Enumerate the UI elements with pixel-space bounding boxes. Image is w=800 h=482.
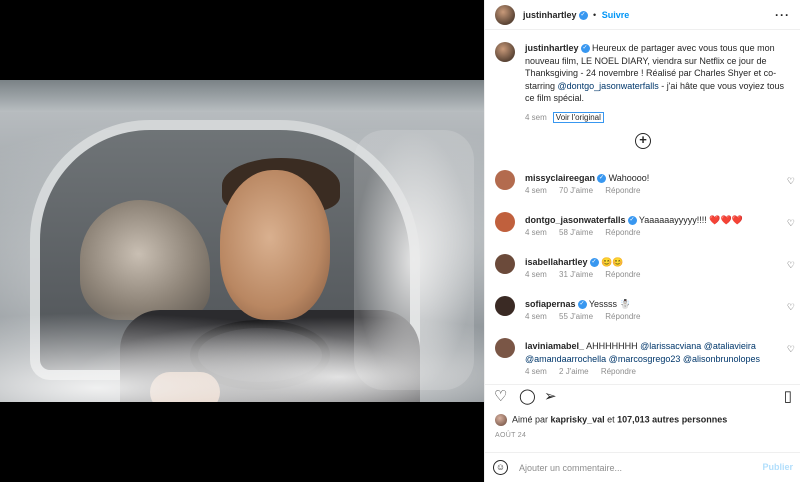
commenter-username[interactable]: sofiapernas xyxy=(525,299,576,309)
verified-icon: ✓ xyxy=(577,300,587,310)
commenter-username[interactable]: dontgo_jasonwaterfalls xyxy=(525,215,626,225)
comment-text: 😊😊 xyxy=(601,257,624,267)
comment-item: missyclaireegan ✓ Wahoooo! 4 sem 70 J'aim… xyxy=(495,170,795,210)
caption-meta: 4 sem Voir l'original xyxy=(525,111,795,125)
comment-like-heart-icon[interactable]: ♡ xyxy=(787,176,795,187)
separator-dot: • xyxy=(593,10,597,20)
comment-item: laviniamabel_ AHHHHHHH @larissacviana @a… xyxy=(495,338,795,380)
comment-item: sofiapernas ✓ Yessss ☃️ 4 sem 55 J'aime R… xyxy=(495,296,795,336)
comment-time: 4 sem xyxy=(525,312,547,321)
comment-meta: 4 sem 31 J'aime Répondre xyxy=(525,270,650,279)
comment-like-heart-icon[interactable]: ♡ xyxy=(787,218,795,229)
post-date: AOÛT 24 xyxy=(495,432,527,439)
commenter-username[interactable]: laviniamabel_ xyxy=(525,341,584,351)
comment-like-heart-icon[interactable]: ♡ xyxy=(787,260,795,271)
comment-body: sofiapernas ✓ Yessss ☃️ xyxy=(525,298,780,311)
comment-text: Wahoooo! xyxy=(608,173,650,183)
post-actions-bar: ♡ ◯ ➢ ▯ xyxy=(485,384,800,410)
caption-time: 4 sem xyxy=(525,112,547,122)
caption-text: justinhartley ✓ Heureux de partager avec … xyxy=(525,42,795,124)
commenter-avatar[interactable] xyxy=(495,338,515,358)
comment-input[interactable] xyxy=(519,460,739,476)
commenter-avatar[interactable] xyxy=(495,296,515,316)
comment-like-heart-icon[interactable]: ♡ xyxy=(787,302,795,313)
comment-likes-count[interactable]: 58 J'aime xyxy=(559,228,593,237)
comment-time: 4 sem xyxy=(525,270,547,279)
more-dots-icon[interactable]: ··· xyxy=(775,8,790,22)
likes-count[interactable]: 107,013 autres personnes xyxy=(617,414,727,424)
comment-text: AHHHHHHH xyxy=(586,341,638,351)
verified-icon: ✓ xyxy=(580,44,590,54)
likes-summary: Aimé par kaprisky_val et 107,013 autres … xyxy=(495,414,727,426)
comment-meta: 4 sem 2 J'aime Répondre xyxy=(525,367,646,376)
reply-button[interactable]: Répondre xyxy=(601,367,636,376)
reply-button[interactable]: Répondre xyxy=(605,228,640,237)
liker-avatar[interactable] xyxy=(495,414,507,426)
comment-likes-count[interactable]: 31 J'aime xyxy=(559,270,593,279)
verified-icon: ✓ xyxy=(578,11,588,21)
commenter-username[interactable]: missyclaireegan xyxy=(525,173,595,183)
comment-body: missyclaireegan ✓ Wahoooo! xyxy=(525,172,780,185)
reply-button[interactable]: Répondre xyxy=(605,186,640,195)
commenter-avatar[interactable] xyxy=(495,170,515,190)
comment-meta: 4 sem 70 J'aime Répondre xyxy=(525,186,650,195)
see-original-link[interactable]: Voir l'original xyxy=(552,111,604,123)
comment-text: Yessss ☃️ xyxy=(588,299,631,309)
comment-text: Yaaaaaayyyyy!!!! ❤️❤️❤️ xyxy=(638,215,743,225)
load-more-comments-icon[interactable]: + xyxy=(635,133,651,149)
comment-time: 4 sem xyxy=(525,228,547,237)
likes-prefix: Aimé par xyxy=(512,414,549,425)
post-photo[interactable] xyxy=(0,80,484,402)
verified-icon: ✓ xyxy=(597,174,607,184)
snow-on-glass-right xyxy=(354,130,474,390)
post-header: justinhartley ✓ • Suivre ··· xyxy=(485,0,800,30)
comment-body: isabellahartley ✓ 😊😊 xyxy=(525,256,780,269)
caption-mention[interactable]: @dontgo_jasonwaterfalls xyxy=(558,81,659,91)
author-username[interactable]: justinhartley xyxy=(523,10,577,20)
post-media xyxy=(0,0,484,482)
comment-item: dontgo_jasonwaterfalls ✓ Yaaaaaayyyyy!!!!… xyxy=(495,212,795,252)
emoji-icon[interactable]: ☺ xyxy=(493,460,508,475)
commenter-avatar[interactable] xyxy=(495,212,515,232)
caption-username[interactable]: justinhartley xyxy=(525,43,579,53)
post-side-panel: justinhartley ✓ • Suivre ··· justinhartle… xyxy=(484,0,800,482)
verified-icon: ✓ xyxy=(589,258,599,268)
comment-likes-count[interactable]: 2 J'aime xyxy=(559,367,589,376)
comment-time: 4 sem xyxy=(525,186,547,195)
commenter-avatar[interactable] xyxy=(495,254,515,274)
comment-body: laviniamabel_ AHHHHHHH @larissacviana @a… xyxy=(525,340,780,365)
reply-button[interactable]: Répondre xyxy=(605,270,640,279)
comment-time: 4 sem xyxy=(525,367,547,376)
comment-item: isabellahartley ✓ 😊😊 4 sem 31 J'aime Répo… xyxy=(495,254,795,294)
comment-meta: 4 sem 58 J'aime Répondre xyxy=(525,228,650,237)
comment-body: dontgo_jasonwaterfalls ✓ Yaaaaaayyyyy!!!!… xyxy=(525,214,780,227)
author-info: justinhartley ✓ • Suivre xyxy=(523,10,630,21)
car-roof xyxy=(0,80,484,112)
follow-button[interactable]: Suivre xyxy=(602,10,630,20)
caption-author-avatar[interactable] xyxy=(495,42,515,62)
publish-button[interactable]: Publier xyxy=(762,462,793,472)
comment-likes-count[interactable]: 70 J'aime xyxy=(559,186,593,195)
comment-icon[interactable]: ◯ xyxy=(519,389,536,405)
comment-meta: 4 sem 55 J'aime Répondre xyxy=(525,312,650,321)
man-face xyxy=(220,170,330,320)
commenter-username[interactable]: isabellahartley xyxy=(525,257,588,267)
author-avatar[interactable] xyxy=(495,5,515,25)
likes-and: et xyxy=(607,414,615,425)
share-icon[interactable]: ➢ xyxy=(544,389,557,405)
add-comment-bar: ☺ Publier xyxy=(485,452,800,482)
liker-username[interactable]: kaprisky_val xyxy=(551,414,605,424)
heart-icon[interactable]: ♡ xyxy=(494,389,507,405)
verified-icon: ✓ xyxy=(627,216,637,226)
reply-button[interactable]: Répondre xyxy=(605,312,640,321)
bookmark-icon[interactable]: ▯ xyxy=(784,389,792,405)
comment-like-heart-icon[interactable]: ♡ xyxy=(787,344,795,355)
comment-likes-count[interactable]: 55 J'aime xyxy=(559,312,593,321)
